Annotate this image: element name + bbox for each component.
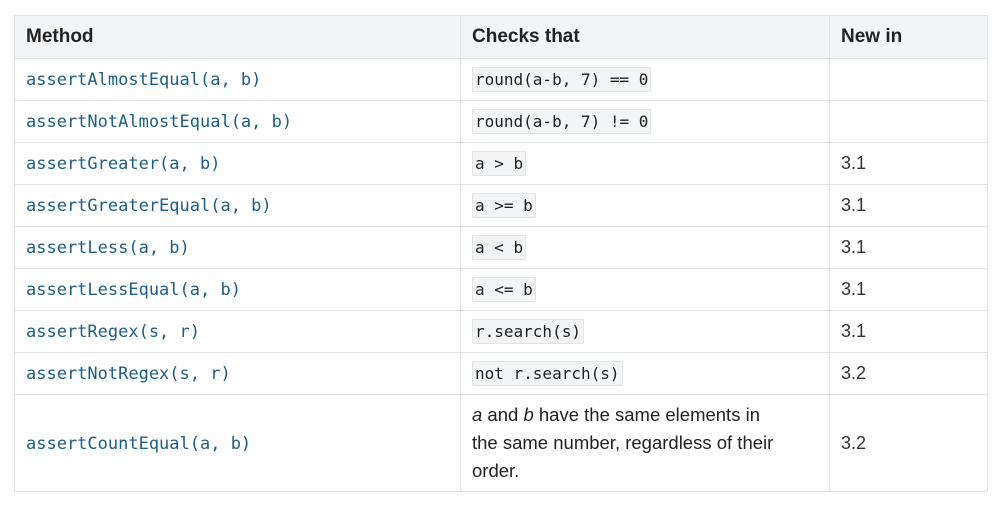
table-row: assertGreater(a, b) a > b 3.1 (14, 142, 988, 185)
check-cell: round(a-b, 7) == 0 (460, 58, 830, 101)
version-cell: 3.1 (829, 268, 988, 311)
method-cell: assertGreaterEqual(a, b) (14, 184, 461, 227)
method-link[interactable]: assertCountEqual(a, b) (26, 434, 251, 454)
var-a: a (472, 404, 483, 425)
version-value: 3.1 (841, 153, 867, 173)
method-cell: assertCountEqual(a, b) (14, 394, 461, 492)
version-value: 3.2 (841, 363, 867, 383)
check-cell: round(a-b, 7) != 0 (460, 100, 830, 143)
method-cell: assertNotAlmostEqual(a, b) (14, 100, 461, 143)
table-row: assertGreaterEqual(a, b) a >= b 3.1 (14, 184, 988, 227)
method-cell: assertLessEqual(a, b) (14, 268, 461, 311)
check-code: round(a-b, 7) != 0 (472, 109, 652, 134)
method-link[interactable]: assertNotRegex(s, r) (26, 364, 231, 384)
method-cell: assertLess(a, b) (14, 226, 461, 269)
version-cell: 3.1 (829, 226, 988, 269)
desc-line1: have the same elements in (533, 404, 760, 425)
check-cell: a > b (460, 142, 830, 185)
version-cell: 3.1 (829, 184, 988, 227)
header-new-in: New in (829, 15, 988, 59)
check-code: not r.search(s) (472, 361, 623, 386)
method-cell: assertRegex(s, r) (14, 310, 461, 353)
assert-methods-table: Method Checks that New in assertAlmostEq… (14, 15, 988, 492)
version-value: 3.1 (841, 195, 867, 215)
check-cell: a < b (460, 226, 830, 269)
table-row: assertLess(a, b) a < b 3.1 (14, 226, 988, 269)
check-cell: r.search(s) (460, 310, 830, 353)
check-code: a > b (472, 151, 527, 176)
desc-line3: order. (472, 460, 520, 481)
table-container: Method Checks that New in assertAlmostEq… (14, 15, 988, 492)
method-link[interactable]: assertGreaterEqual(a, b) (26, 196, 272, 216)
header-checks-that: Checks that (460, 15, 830, 59)
table-row: assertAlmostEqual(a, b) round(a-b, 7) ==… (14, 58, 988, 101)
method-link[interactable]: assertAlmostEqual(a, b) (26, 70, 261, 90)
method-link[interactable]: assertLess(a, b) (26, 238, 190, 258)
method-cell: assertAlmostEqual(a, b) (14, 58, 461, 101)
check-cell: not r.search(s) (460, 352, 830, 395)
check-code: r.search(s) (472, 319, 584, 344)
version-value: 3.1 (841, 321, 867, 341)
method-cell: assertGreater(a, b) (14, 142, 461, 185)
check-description: a and b have the same elements in the sa… (472, 401, 818, 485)
var-b: b (523, 404, 534, 425)
method-link[interactable]: assertNotAlmostEqual(a, b) (26, 112, 292, 132)
method-cell: assertNotRegex(s, r) (14, 352, 461, 395)
version-cell: 3.2 (829, 394, 988, 492)
version-cell: 3.2 (829, 352, 988, 395)
header-method: Method (14, 15, 461, 59)
version-value: 3.1 (841, 237, 867, 257)
check-cell: a >= b (460, 184, 830, 227)
table-row: assertNotRegex(s, r) not r.search(s) 3.2 (14, 352, 988, 395)
check-code: round(a-b, 7) == 0 (472, 67, 652, 92)
table-header-row: Method Checks that New in (14, 15, 988, 59)
version-value: 3.2 (841, 432, 867, 453)
check-code: a <= b (472, 277, 536, 302)
version-value: 3.1 (841, 279, 867, 299)
method-link[interactable]: assertLessEqual(a, b) (26, 280, 241, 300)
table-row: assertNotAlmostEqual(a, b) round(a-b, 7)… (14, 100, 988, 143)
and-text: and (482, 404, 524, 425)
table-row: assertLessEqual(a, b) a <= b 3.1 (14, 268, 988, 311)
version-cell (829, 58, 988, 101)
version-cell (829, 100, 988, 143)
desc-line2: the same number, regardless of their (472, 432, 774, 453)
version-cell: 3.1 (829, 310, 988, 353)
check-cell: a and b have the same elements in the sa… (460, 394, 830, 492)
check-code: a < b (472, 235, 527, 260)
version-cell: 3.1 (829, 142, 988, 185)
check-cell: a <= b (460, 268, 830, 311)
method-link[interactable]: assertRegex(s, r) (26, 322, 200, 342)
table-row: assertRegex(s, r) r.search(s) 3.1 (14, 310, 988, 353)
table-row: assertCountEqual(a, b) a and b have the … (14, 394, 988, 492)
check-code: a >= b (472, 193, 536, 218)
method-link[interactable]: assertGreater(a, b) (26, 154, 220, 174)
